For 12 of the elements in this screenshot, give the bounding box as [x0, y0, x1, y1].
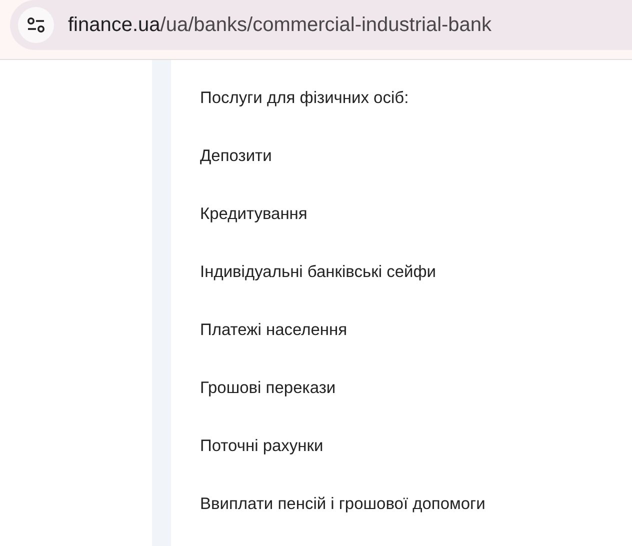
- service-item: Грошові перекази: [200, 378, 337, 399]
- sliders-icon: [27, 17, 45, 33]
- service-item: Платежі населення: [200, 320, 348, 341]
- service-item: Кредитування: [200, 204, 308, 225]
- service-item: Поточні рахунки: [200, 436, 324, 457]
- service-item: Депозити: [200, 146, 273, 167]
- site-settings-button[interactable]: [18, 7, 54, 43]
- service-item: Індивідуальні банківські сейфи: [200, 262, 438, 283]
- section-heading: Послуги для фізичних осіб:: [200, 88, 410, 109]
- url-text: finance.ua/ua/banks/commercial-industrial-bank: [68, 14, 492, 36]
- service-item: Ввиплати пенсій і грошової допомоги: [200, 494, 486, 515]
- address-bar[interactable]: finance.ua/ua/banks/commercial-industrial-bank: [10, 0, 632, 50]
